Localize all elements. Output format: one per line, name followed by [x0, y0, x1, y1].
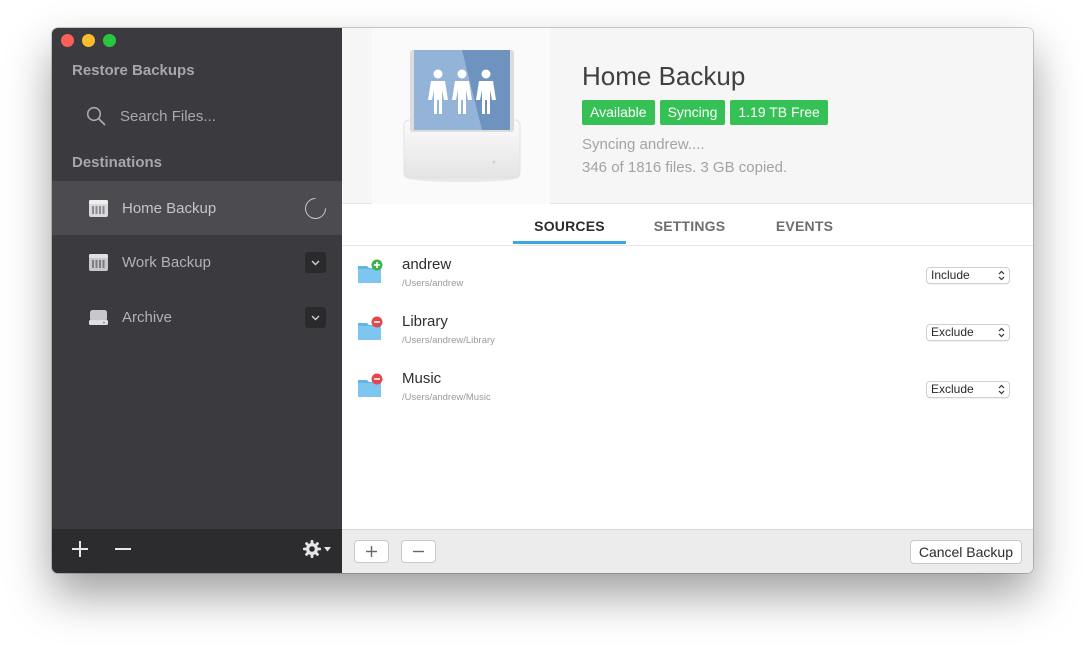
folder-exclude-icon — [358, 373, 383, 397]
server-drive-icon — [88, 198, 109, 219]
updown-arrows-icon — [998, 270, 1005, 281]
source-path: /Users/andrew — [402, 278, 464, 289]
source-mode-value: Include — [931, 268, 970, 282]
updown-arrows-icon — [998, 327, 1005, 338]
dropdown-caret-icon — [324, 546, 331, 551]
family-drive-icon — [403, 50, 521, 182]
destination-drive-image — [372, 28, 550, 204]
destination-title: Home Backup — [582, 61, 746, 91]
app-window: Restore Backups Search Files... Destinat… — [52, 28, 1033, 573]
source-row[interactable]: andrew /Users/andrew Include — [342, 247, 1033, 304]
sidebar-toolbar — [52, 529, 342, 573]
maximize-window-button[interactable] — [103, 34, 116, 47]
destination-label: Archive — [122, 308, 173, 326]
sync-progress-spinner — [300, 193, 331, 224]
source-path: /Users/andrew/Library — [402, 335, 495, 346]
sync-progress-text: 346 of 1816 files. 3 GB copied. — [582, 159, 788, 176]
source-mode-value: Exclude — [931, 325, 974, 339]
search-files-field[interactable]: Search Files... — [86, 104, 216, 128]
minimize-window-button[interactable] — [82, 34, 95, 47]
tab-bar: SOURCES SETTINGS EVENTS — [342, 204, 1033, 246]
status-badge-syncing: Syncing — [659, 100, 726, 125]
tab-events[interactable]: EVENTS — [762, 218, 847, 234]
source-mode-select[interactable]: Exclude — [926, 324, 1010, 341]
source-name: Library — [402, 313, 448, 330]
destination-work-backup[interactable]: Work Backup — [52, 235, 342, 289]
add-icon — [366, 546, 377, 557]
tab-settings[interactable]: SETTINGS — [642, 218, 737, 234]
source-name: Music — [402, 370, 442, 387]
status-badge-free-space: 1.19 TB Free — [730, 100, 828, 125]
folder-include-icon — [358, 259, 383, 283]
updown-arrows-icon — [998, 384, 1005, 395]
folder-exclude-icon — [358, 316, 383, 340]
cancel-backup-button[interactable]: Cancel Backup — [909, 540, 1022, 564]
source-mode-value: Exclude — [931, 382, 974, 396]
gear-icon — [303, 540, 321, 558]
remove-source-button[interactable] — [401, 540, 436, 563]
remove-destination-button[interactable] — [113, 539, 133, 559]
source-mode-select[interactable]: Exclude — [926, 381, 1010, 398]
add-source-button[interactable] — [354, 540, 389, 563]
sync-status-text: Syncing andrew.... — [582, 136, 705, 153]
window-controls — [61, 34, 116, 47]
active-tab-indicator — [513, 241, 626, 244]
status-badges: Available Syncing 1.19 TB Free — [582, 100, 828, 125]
destination-home-backup[interactable]: Home Backup — [52, 181, 342, 235]
destination-label: Work Backup — [122, 253, 211, 271]
close-window-button[interactable] — [61, 34, 74, 47]
sidebar: Restore Backups Search Files... Destinat… — [52, 28, 342, 573]
add-icon — [72, 541, 88, 557]
destination-archive[interactable]: Archive — [52, 290, 342, 344]
main-pane: Home Backup Available Syncing 1.19 TB Fr… — [342, 28, 1033, 573]
tab-sources[interactable]: SOURCES — [513, 218, 626, 234]
chevron-down-icon[interactable] — [305, 307, 326, 328]
external-drive-icon — [88, 307, 109, 328]
search-icon — [86, 106, 106, 126]
remove-icon — [413, 550, 424, 553]
destination-header: Home Backup Available Syncing 1.19 TB Fr… — [342, 28, 1033, 204]
source-row[interactable]: Library /Users/andrew/Library Exclude — [342, 304, 1033, 361]
source-row[interactable]: Music /Users/andrew/Music Exclude — [342, 361, 1033, 418]
status-badge-available: Available — [582, 100, 655, 125]
source-path: /Users/andrew/Music — [402, 392, 491, 403]
restore-backups-heading: Restore Backups — [72, 62, 195, 79]
search-files-label: Search Files... — [120, 107, 216, 125]
sources-toolbar: Cancel Backup — [342, 529, 1033, 573]
destination-label: Home Backup — [122, 199, 217, 217]
chevron-down-icon[interactable] — [305, 252, 326, 273]
destinations-heading: Destinations — [72, 154, 163, 171]
remove-icon — [115, 548, 131, 550]
settings-menu-button[interactable] — [302, 539, 331, 559]
server-drive-icon — [88, 252, 109, 273]
source-name: andrew — [402, 256, 452, 273]
source-mode-select[interactable]: Include — [926, 267, 1010, 284]
add-destination-button[interactable] — [70, 539, 90, 559]
